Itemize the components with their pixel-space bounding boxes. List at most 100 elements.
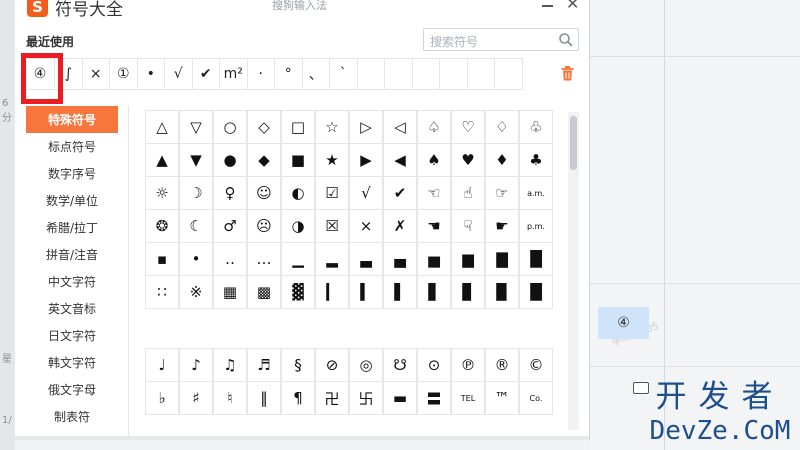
symbol-cell[interactable]: △ — [145, 110, 179, 144]
symbol-cell[interactable]: … — [247, 242, 281, 276]
symbol-cell[interactable]: ☛ — [485, 209, 519, 243]
recent-symbol[interactable]: × — [81, 58, 110, 90]
symbol-cell[interactable]: ♪ — [179, 348, 213, 382]
symbol-cell[interactable]: ※ — [179, 275, 213, 309]
symbol-cell[interactable]: ◇ — [247, 110, 281, 144]
symbol-cell[interactable]: ● — [213, 143, 247, 177]
symbol-cell[interactable]: ♩ — [145, 348, 179, 382]
symbol-cell[interactable]: ☾ — [179, 209, 213, 243]
symbol-cell[interactable]: ⊘ — [315, 348, 349, 382]
sent-symbol-chip[interactable]: ④ — [598, 307, 649, 339]
symbol-cell[interactable]: ♠ — [417, 143, 451, 177]
recent-symbol[interactable]: ∫ — [54, 58, 83, 90]
symbol-cell[interactable]: √ — [349, 176, 383, 210]
symbol-cell[interactable]: ☒ — [315, 209, 349, 243]
symbol-cell[interactable]: ☚ — [417, 209, 451, 243]
category-pinyin[interactable]: 拼音/注音 — [26, 241, 118, 268]
symbol-cell[interactable]: ◑ — [281, 209, 315, 243]
symbol-cell[interactable]: ✔ — [383, 176, 417, 210]
symbol-cell[interactable]: ★ — [315, 143, 349, 177]
category-box-drawing[interactable]: 制表符 — [26, 403, 118, 430]
symbol-cell[interactable]: • — [179, 242, 213, 276]
symbol-cell[interactable]: ▉ — [485, 275, 519, 309]
symbol-cell[interactable]: a.m. — [519, 176, 553, 210]
symbol-cell[interactable]: ✗ — [383, 209, 417, 243]
symbol-cell[interactable]: ❂ — [145, 209, 179, 243]
symbol-cell[interactable]: ▩ — [247, 275, 281, 309]
title-bar[interactable]: S 符号大全 搜狗输入法 ✕ — [15, 0, 589, 22]
category-russian[interactable]: 俄文字母 — [26, 376, 118, 403]
symbol-cell[interactable]: ♦ — [485, 143, 519, 177]
symbol-cell[interactable]: ‥ — [213, 242, 247, 276]
symbol-cell[interactable]: 卐 — [349, 381, 383, 415]
symbol-cell[interactable]: ☽ — [179, 176, 213, 210]
symbol-cell[interactable]: ▅ — [417, 242, 451, 276]
symbol-cell[interactable]: ▦ — [213, 275, 247, 309]
symbol-cell[interactable]: ♀ — [213, 176, 247, 210]
symbol-cell[interactable]: ▌ — [383, 275, 417, 309]
minimize-button[interactable] — [540, 0, 556, 11]
symbol-cell[interactable]: ☝ — [451, 176, 485, 210]
symbol-cell[interactable]: ♥ — [451, 143, 485, 177]
symbol-cell[interactable]: ■ — [281, 143, 315, 177]
recent-symbol[interactable]: • — [136, 58, 165, 90]
symbol-cell[interactable]: ▂ — [315, 242, 349, 276]
symbol-cell[interactable]: ☟ — [451, 209, 485, 243]
symbol-cell[interactable]: ☜ — [417, 176, 451, 210]
symbol-cell[interactable]: ☋ — [383, 348, 417, 382]
symbol-cell[interactable]: ☺ — [247, 176, 281, 210]
trash-icon[interactable] — [561, 66, 574, 81]
category-japanese[interactable]: 日文字符 — [26, 322, 118, 349]
symbol-cell[interactable]: ▓ — [281, 275, 315, 309]
symbol-cell[interactable]: ‖ — [247, 381, 281, 415]
symbol-cell[interactable]: ♧ — [519, 110, 553, 144]
category-number-sequence[interactable]: 数字序号 — [26, 160, 118, 187]
symbol-cell[interactable]: § — [281, 348, 315, 382]
search-icon[interactable] — [558, 32, 574, 48]
category-punctuation[interactable]: 标点符号 — [26, 133, 118, 160]
symbol-cell[interactable]: × — [349, 209, 383, 243]
symbol-cell[interactable]: ♡ — [451, 110, 485, 144]
recent-symbol[interactable]: ① — [109, 58, 138, 90]
symbol-cell[interactable]: □ — [281, 110, 315, 144]
symbol-cell[interactable]: ○ — [213, 110, 247, 144]
symbol-cell[interactable]: ♬ — [247, 348, 281, 382]
symbol-cell[interactable]: ▊ — [451, 275, 485, 309]
symbol-cell[interactable]: ♤ — [417, 110, 451, 144]
symbol-cell[interactable]: ⊙ — [417, 348, 451, 382]
symbol-cell[interactable]: ▋ — [417, 275, 451, 309]
category-special-symbols[interactable]: 特殊符号 — [26, 106, 118, 133]
recent-symbol[interactable]: ° — [274, 58, 303, 90]
recent-symbol[interactable]: ˋ — [329, 58, 358, 90]
symbol-cell[interactable]: p.m. — [519, 209, 553, 243]
symbol-cell[interactable]: ▪ — [145, 242, 179, 276]
symbol-cell[interactable]: © — [519, 348, 553, 382]
symbol-cell[interactable]: ♭ — [145, 381, 179, 415]
recent-symbol[interactable]: √ — [164, 58, 193, 90]
search-input[interactable]: 搜索符号 — [423, 28, 579, 51]
symbol-cell[interactable]: Co. — [519, 381, 553, 415]
symbol-cell[interactable]: ◆ — [247, 143, 281, 177]
symbol-cell[interactable]: ♮ — [213, 381, 247, 415]
symbol-cell[interactable]: ☹ — [247, 209, 281, 243]
category-greek-latin[interactable]: 希腊/拉丁 — [26, 214, 118, 241]
symbol-cell[interactable]: ♢ — [485, 110, 519, 144]
recent-symbol[interactable]: ④ — [25, 58, 55, 90]
symbol-cell[interactable]: ☞ — [485, 176, 519, 210]
symbol-cell[interactable]: ¶ — [281, 381, 315, 415]
symbol-cell[interactable]: ♫ — [213, 348, 247, 382]
close-button[interactable]: ✕ — [566, 0, 579, 13]
symbol-cell[interactable]: ◐ — [281, 176, 315, 210]
scrollbar-thumb[interactable] — [570, 116, 577, 170]
recent-symbol[interactable]: · — [246, 58, 275, 90]
symbol-cell[interactable]: ▇ — [485, 242, 519, 276]
symbol-cell[interactable]: 〓 — [417, 381, 451, 415]
symbol-cell[interactable]: ▼ — [179, 143, 213, 177]
symbol-cell[interactable]: ▬ — [383, 381, 417, 415]
symbol-cell[interactable]: ▁ — [281, 242, 315, 276]
category-math-units[interactable]: 数学/单位 — [26, 187, 118, 214]
symbol-cell[interactable]: ▶ — [349, 143, 383, 177]
symbol-cell[interactable]: ∷ — [145, 275, 179, 309]
symbol-cell[interactable]: ▷ — [349, 110, 383, 144]
symbol-cell[interactable]: ▎ — [315, 275, 349, 309]
